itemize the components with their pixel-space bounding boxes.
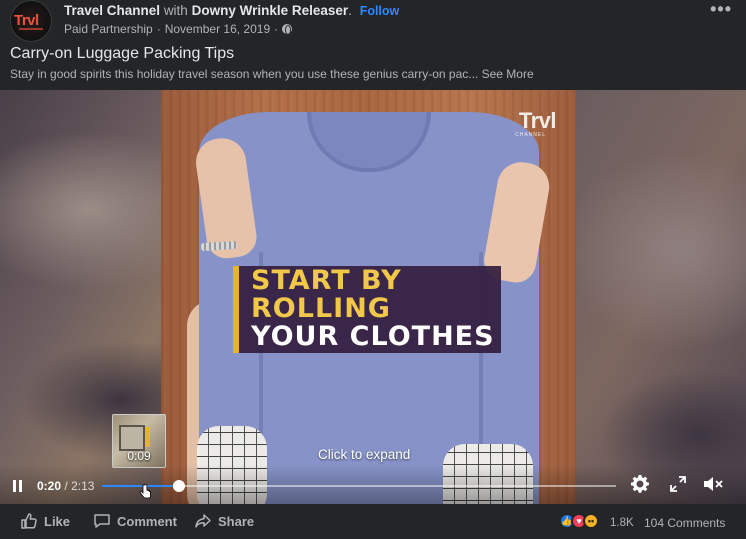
post-date-link[interactable]: November 16, 2019 (165, 22, 270, 36)
pause-icon[interactable] (13, 480, 23, 492)
like-button[interactable]: Like (20, 512, 70, 530)
mute-icon[interactable] (702, 474, 724, 494)
progress-bar[interactable] (102, 480, 616, 492)
like-label: Like (44, 513, 71, 529)
post-meta: Paid Partnership · November 16, 2019 · (64, 22, 293, 36)
see-more-link[interactable]: See More (482, 67, 534, 81)
meta-separator-2: · (274, 22, 279, 36)
trvl-watermark-logo: Trvl (518, 108, 557, 133)
with-word: with (163, 3, 188, 18)
partner-suffix: . (348, 3, 352, 18)
background-blur (560, 150, 746, 350)
current-time: 0:20 (37, 479, 62, 493)
partner-name-link[interactable]: Downy Wrinkle Releaser (192, 3, 349, 18)
video-controls: 0:20 / 2:13 (0, 464, 746, 504)
caption-line-1: START BY (251, 265, 402, 296)
comment-count-link[interactable]: 104 Comments (644, 516, 725, 530)
author-line: Travel Channel with Downy Wrinkle Releas… (64, 3, 399, 18)
page-avatar[interactable]: Trvl (10, 0, 52, 42)
shirt-collar (307, 112, 431, 172)
globe-icon (282, 24, 293, 35)
total-time: 2:13 (71, 479, 95, 493)
avatar-logo: Trvl (14, 12, 39, 29)
post-description: Stay in good spirits this holiday travel… (10, 67, 534, 81)
follow-button[interactable]: Follow (360, 4, 400, 18)
comment-button[interactable]: Comment (93, 512, 177, 530)
click-to-expand-label[interactable]: Click to expand (318, 447, 410, 462)
share-arrow-icon (195, 514, 211, 528)
more-options-icon[interactable]: ••• (710, 0, 732, 18)
meta-separator: · (156, 22, 161, 36)
facebook-post: Trvl Travel Channel with Downy Wrinkle R… (0, 0, 746, 539)
share-button[interactable]: Share (194, 512, 254, 530)
preview-accent (145, 427, 150, 447)
time-separator: / (64, 479, 68, 493)
post-actions-bar: Like Comment Share 👍 ♥ •• 1.8K 104 Comme… (0, 504, 746, 539)
video-player[interactable]: Trvl CHANNEL START BY ROLLING YOUR CLOTH… (0, 90, 746, 504)
post-description-text: Stay in good spirits this holiday travel… (10, 67, 479, 81)
reaction-icons[interactable]: 👍 ♥ •• (559, 513, 599, 529)
fullscreen-icon[interactable] (670, 476, 686, 492)
comment-bubble-icon (94, 514, 110, 528)
reaction-count[interactable]: 1.8K (610, 517, 634, 529)
thumbs-up-icon (21, 513, 37, 529)
trvl-watermark-subtitle: CHANNEL (515, 132, 546, 138)
settings-gear-icon[interactable] (630, 474, 650, 494)
post-header: Trvl Travel Channel with Downy Wrinkle R… (0, 0, 746, 42)
hand-cursor-icon (139, 484, 151, 499)
caption-line-3: YOUR CLOTHES (251, 321, 495, 352)
share-label: Share (218, 513, 255, 529)
paid-partnership-label: Paid Partnership (64, 22, 153, 36)
preview-time: 0:09 (127, 449, 151, 463)
wow-reaction-icon: •• (583, 513, 599, 529)
comment-label: Comment (117, 513, 177, 529)
scrub-preview-thumbnail: 0:09 (112, 414, 166, 468)
progress-handle[interactable] (173, 480, 186, 492)
preview-suitcase (119, 425, 145, 451)
author-name-link[interactable]: Travel Channel (64, 3, 160, 18)
caption-line-2: ROLLING (251, 293, 391, 324)
post-title: Carry-on Luggage Packing Tips (10, 45, 235, 62)
caption-accent-bar (233, 266, 239, 353)
time-display: 0:20 / 2:13 (37, 479, 94, 493)
avatar-logo-underline (19, 28, 43, 30)
video-frame[interactable]: Trvl CHANNEL START BY ROLLING YOUR CLOTH… (161, 90, 576, 504)
